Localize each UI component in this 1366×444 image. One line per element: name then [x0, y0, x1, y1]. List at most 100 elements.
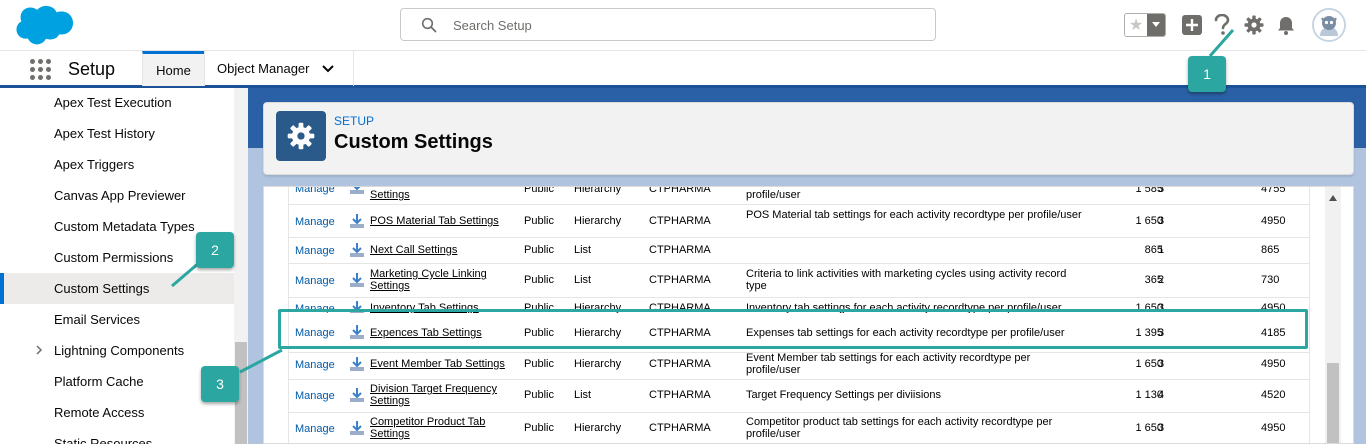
scrollbar-thumb[interactable] [1327, 363, 1339, 443]
sidebar-item-label: Custom Settings [54, 281, 150, 296]
tab-home[interactable]: Home [142, 51, 204, 86]
context-bar: Setup Home Object Manager [0, 50, 1366, 88]
callout-1: 1 [1188, 56, 1226, 92]
sidebar-item-label: Custom Permissions [54, 250, 174, 265]
page-header: SETUP Custom Settings [263, 102, 1354, 175]
sidebar-item-remote-access[interactable]: Remote Access [0, 397, 234, 428]
manage-link[interactable]: Manage [295, 216, 335, 228]
page-title: Custom Settings [334, 131, 493, 153]
setting-label-link[interactable]: POS Material Tab Settings [370, 215, 515, 227]
size-cell: 1 585 [1135, 187, 1163, 195]
visibility-cell: Public [524, 422, 554, 434]
type-cell: Hierarchy [574, 358, 622, 370]
setting-label-link[interactable]: Next Call Settings [370, 244, 515, 256]
type-cell: List [574, 274, 592, 286]
manage-link[interactable]: Manage [295, 187, 335, 195]
sidebar-item-label: Static Resources [54, 436, 153, 444]
type-cell: List [574, 389, 592, 401]
records-cell: 1 [1158, 244, 1165, 256]
records-cell: 2 [1158, 274, 1165, 286]
highlight-box [278, 309, 1308, 349]
app-launcher-icon[interactable] [30, 59, 51, 80]
visibility-cell: Public [524, 244, 554, 256]
setting-label-link[interactable]: Settings [370, 189, 515, 201]
table-row: Manage Settings Public Hierarchy CTPHARM… [289, 187, 1309, 205]
sidebar-item-static-resources[interactable]: Static Resources [0, 428, 234, 444]
tab-object-manager[interactable]: Object Manager [204, 51, 354, 86]
download-icon[interactable] [349, 387, 365, 403]
download-icon[interactable] [349, 272, 365, 288]
callout-3: 3 [201, 366, 239, 402]
setup-gear-icon[interactable] [1243, 14, 1265, 36]
description-cell: Criteria to link activities with marketi… [746, 268, 1067, 292]
search-input[interactable] [453, 15, 913, 35]
description-cell: profile/user [746, 189, 801, 201]
chevron-down-icon[interactable] [321, 64, 334, 73]
download-icon[interactable] [349, 187, 365, 195]
type-cell: Hierarchy [574, 215, 622, 227]
size-cell: 865 [1144, 244, 1163, 256]
callout-2: 2 [196, 232, 234, 268]
search-box[interactable] [400, 8, 936, 41]
visibility-cell: Public [524, 187, 554, 195]
records-cell: 3 [1158, 187, 1165, 195]
custom-settings-gear-icon [276, 111, 326, 161]
setting-label-link[interactable]: Event Member Tab Settings [370, 358, 520, 370]
setting-label-link[interactable]: Division Target Frequency Settings [370, 383, 510, 407]
sidebar-item-label: Apex Test Execution [54, 95, 172, 110]
table-row: Manage Event Member Tab Settings Public … [289, 350, 1309, 380]
manage-link[interactable]: Manage [295, 423, 335, 435]
salesforce-logo[interactable] [14, 5, 76, 47]
records-cell: 3 [1158, 215, 1165, 227]
size-cell: 365 [1144, 274, 1163, 286]
sidebar-item-email-services[interactable]: Email Services [0, 304, 234, 335]
favorites-group[interactable]: ★ [1124, 13, 1166, 37]
size-cell: 1 130 [1135, 389, 1163, 401]
records-cell: 3 [1158, 358, 1165, 370]
sidebar-item-label: Lightning Components [54, 343, 185, 358]
favorites-star-icon[interactable]: ★ [1125, 14, 1147, 36]
tab-home-label: Home [156, 62, 191, 78]
namespace-cell: CTPHARMA [649, 274, 711, 286]
type-cell: Hierarchy [574, 187, 622, 195]
sidebar-item-custom-settings[interactable]: Custom Settings [0, 273, 234, 304]
chevron-right-icon[interactable] [34, 345, 44, 355]
namespace-cell: CTPHARMA [649, 422, 711, 434]
add-icon[interactable] [1181, 14, 1203, 36]
sidebar-item-lightning-components[interactable]: Lightning Components [0, 335, 234, 366]
visibility-cell: Public [524, 274, 554, 286]
manage-link[interactable]: Manage [295, 275, 335, 287]
manage-link[interactable]: Manage [295, 359, 335, 371]
sidebar-item-label: Canvas App Previewer [54, 188, 186, 203]
sidebar-item-apex-test-execution[interactable]: Apex Test Execution [0, 88, 234, 118]
favorites-caret-icon[interactable] [1147, 14, 1165, 36]
download-icon[interactable] [349, 213, 365, 229]
records-cell: 3 [1158, 422, 1165, 434]
search-icon [421, 17, 437, 33]
visibility-cell: Public [524, 389, 554, 401]
sidebar-item-canvas-app-previewer[interactable]: Canvas App Previewer [0, 180, 234, 211]
sidebar-item-label: Apex Triggers [54, 157, 135, 172]
table-row: Manage Next Call Settings Public List CT… [289, 238, 1309, 264]
sidebar-item-apex-triggers[interactable]: Apex Triggers [0, 149, 234, 180]
help-icon[interactable] [1211, 14, 1233, 36]
setting-label-link[interactable]: Marketing Cycle Linking Settings [370, 268, 515, 292]
table-row: Manage Competitor Product Tab Settings P… [289, 413, 1309, 443]
avatar[interactable] [1312, 8, 1346, 42]
manage-link[interactable]: Manage [295, 245, 335, 257]
setting-label-link[interactable]: Competitor Product Tab Settings [370, 416, 510, 440]
size-cell: 1 650 [1135, 358, 1163, 370]
type-cell: List [574, 244, 592, 256]
sidebar-item-apex-test-history[interactable]: Apex Test History [0, 118, 234, 149]
download-icon[interactable] [349, 420, 365, 436]
download-icon[interactable] [349, 356, 365, 372]
namespace-cell: CTPHARMA [649, 244, 711, 256]
manage-link[interactable]: Manage [295, 390, 335, 402]
download-icon[interactable] [349, 242, 365, 258]
table-scrollbar[interactable] [1325, 187, 1341, 443]
notifications-bell-icon[interactable] [1275, 14, 1297, 36]
scroll-up-arrow-icon[interactable] [1329, 195, 1337, 201]
namespace-cell: CTPHARMA [649, 187, 711, 195]
sidebar-item-platform-cache[interactable]: Platform Cache [0, 366, 234, 397]
total-cell: 4950 [1261, 358, 1286, 370]
